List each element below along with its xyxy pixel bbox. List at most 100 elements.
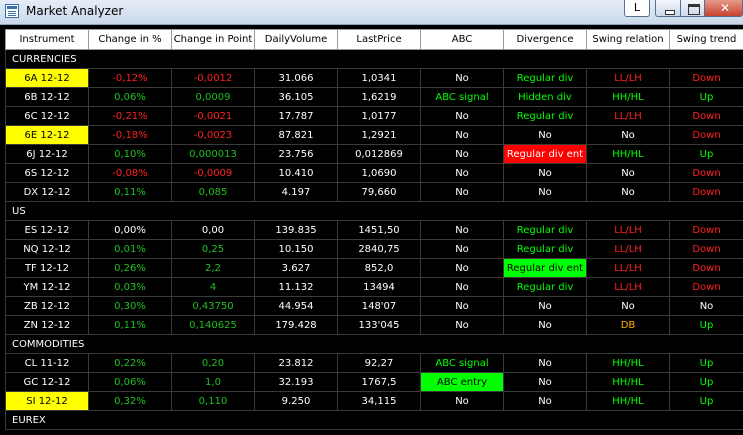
header-row: Instrument Change in % Change in Point D… bbox=[5, 29, 743, 50]
column-header-change-point[interactable]: Change in Point bbox=[171, 29, 255, 50]
divergence-cell: Regular div bbox=[503, 68, 587, 88]
section-row: EUREX bbox=[5, 410, 743, 430]
table-row[interactable]: 6E 12-12 -0,18% -0,0023 87.821 1,2921 No No No D… bbox=[5, 125, 743, 145]
close-button[interactable]: ✕ bbox=[704, 0, 743, 17]
swing-trend-cell: Up bbox=[669, 144, 743, 164]
change-pct-cell: 0,00% bbox=[88, 220, 172, 240]
section-row: US bbox=[5, 201, 743, 221]
l-button[interactable]: L bbox=[624, 0, 650, 17]
change-point-cell: 0,00 bbox=[171, 220, 255, 240]
volume-cell: 4.197 bbox=[254, 182, 338, 202]
table-row[interactable]: 6B 12-12 0,06% 0,0009 36.105 1,6219 ABC signa… bbox=[5, 87, 743, 107]
section-label: US bbox=[5, 201, 743, 221]
table-row[interactable]: SI 12-12 0,32% 0,110 9.250 34,115 No No HH/HL Up bbox=[5, 391, 743, 411]
change-pct-cell: -0,18% bbox=[88, 125, 172, 145]
volume-cell: 9.250 bbox=[254, 391, 338, 411]
divergence-cell: No bbox=[503, 372, 587, 392]
table-row[interactable]: 6J 12-12 0,10% 0,000013 23.756 0,012869 No Reg… bbox=[5, 144, 743, 164]
change-pct-cell: 0,11% bbox=[88, 315, 172, 335]
app-icon bbox=[5, 4, 19, 18]
instrument-cell[interactable]: ES 12-12 bbox=[5, 220, 89, 240]
swing-trend-cell: Up bbox=[669, 391, 743, 411]
divergence-cell: No bbox=[503, 391, 587, 411]
volume-cell: 10.410 bbox=[254, 163, 338, 183]
abc-cell: ABC entry bbox=[420, 372, 504, 392]
swing-trend-cell: Down bbox=[669, 68, 743, 88]
last-price-cell: 1,0177 bbox=[337, 106, 421, 126]
minimize-button[interactable] bbox=[655, 0, 681, 17]
column-header-last-price[interactable]: LastPrice bbox=[337, 29, 421, 50]
swing-trend-cell: Up bbox=[669, 372, 743, 392]
instrument-cell[interactable]: 6J 12-12 bbox=[5, 144, 89, 164]
instrument-cell[interactable]: CL 11-12 bbox=[5, 353, 89, 373]
instrument-cell[interactable]: 6S 12-12 bbox=[5, 163, 89, 183]
table-row[interactable]: NQ 12-12 0,01% 0,25 10.150 2840,75 No Regular … bbox=[5, 239, 743, 259]
market-analyzer-grid[interactable]: Instrument Change in % Change in Point D… bbox=[5, 29, 743, 430]
last-price-cell: 92,27 bbox=[337, 353, 421, 373]
column-header-swing-relation[interactable]: Swing relation bbox=[586, 29, 670, 50]
instrument-cell[interactable]: ZB 12-12 bbox=[5, 296, 89, 316]
table-row[interactable]: 6A 12-12 -0,12% -0,0012 31.066 1,0341 No Regul… bbox=[5, 68, 743, 88]
swing-relation-cell: HH/HL bbox=[586, 144, 670, 164]
table-row[interactable]: TF 12-12 0,26% 2,2 3.627 852,0 No Regular div … bbox=[5, 258, 743, 278]
instrument-cell[interactable]: SI 12-12 bbox=[5, 391, 89, 411]
divergence-cell: Regular div bbox=[503, 106, 587, 126]
instrument-cell[interactable]: 6E 12-12 bbox=[5, 125, 89, 145]
close-icon: ✕ bbox=[720, 1, 731, 15]
table-row[interactable]: GC 12-12 0,06% 1,0 32.193 1767,5 ABC entry No H… bbox=[5, 372, 743, 392]
instrument-cell[interactable]: 6B 12-12 bbox=[5, 87, 89, 107]
volume-cell: 31.066 bbox=[254, 68, 338, 88]
table-row[interactable]: DX 12-12 0,11% 0,085 4.197 79,660 No No No Down bbox=[5, 182, 743, 202]
divergence-cell: No bbox=[503, 182, 587, 202]
column-header-daily-volume[interactable]: DailyVolume bbox=[254, 29, 338, 50]
change-pct-cell: 0,06% bbox=[88, 372, 172, 392]
column-header-abc[interactable]: ABC bbox=[420, 29, 504, 50]
table-row[interactable]: 6C 12-12 -0,21% -0,0021 17.787 1,0177 No Regul… bbox=[5, 106, 743, 126]
change-point-cell: -0,0009 bbox=[171, 163, 255, 183]
instrument-cell[interactable]: GC 12-12 bbox=[5, 372, 89, 392]
abc-cell: ABC signal bbox=[420, 353, 504, 373]
section-row: COMMODITIES bbox=[5, 334, 743, 354]
column-header-divergence[interactable]: Divergence bbox=[503, 29, 587, 50]
swing-relation-cell: LL/LH bbox=[586, 68, 670, 88]
change-point-cell: -0,0023 bbox=[171, 125, 255, 145]
last-price-cell: 1,0690 bbox=[337, 163, 421, 183]
table-row[interactable]: 6S 12-12 -0,08% -0,0009 10.410 1,0690 No No No D… bbox=[5, 163, 743, 183]
instrument-cell[interactable]: ZN 12-12 bbox=[5, 315, 89, 335]
abc-cell: No bbox=[420, 125, 504, 145]
instrument-cell[interactable]: NQ 12-12 bbox=[5, 239, 89, 259]
column-header-instrument[interactable]: Instrument bbox=[5, 29, 89, 50]
swing-relation-cell: LL/LH bbox=[586, 258, 670, 278]
section-label: EUREX bbox=[5, 410, 743, 430]
section-label: CURRENCIES bbox=[5, 49, 743, 69]
volume-cell: 179.428 bbox=[254, 315, 338, 335]
table-row[interactable]: ZB 12-12 0,30% 0,43750 44.954 148'07 No No No No bbox=[5, 296, 743, 316]
table-row[interactable]: ZN 12-12 0,11% 0,140625 179.428 133'045 No No D… bbox=[5, 315, 743, 335]
title-bar: Market Analyzer L ✕ bbox=[0, 0, 743, 25]
instrument-cell[interactable]: 6C 12-12 bbox=[5, 106, 89, 126]
instrument-cell[interactable]: DX 12-12 bbox=[5, 182, 89, 202]
change-point-cell: 0,000013 bbox=[171, 144, 255, 164]
maximize-button[interactable] bbox=[680, 0, 705, 17]
table-row[interactable]: ES 12-12 0,00% 0,00 139.835 1451,50 No Regular… bbox=[5, 220, 743, 240]
table-row[interactable]: YM 12-12 0,03% 4 11.132 13494 No Regular div LL… bbox=[5, 277, 743, 297]
divergence-cell: No bbox=[503, 163, 587, 183]
abc-cell: No bbox=[420, 315, 504, 335]
instrument-cell[interactable]: TF 12-12 bbox=[5, 258, 89, 278]
instrument-cell[interactable]: YM 12-12 bbox=[5, 277, 89, 297]
column-header-swing-trend[interactable]: Swing trend bbox=[669, 29, 743, 50]
section-row: CURRENCIES bbox=[5, 49, 743, 69]
swing-relation-cell: No bbox=[586, 296, 670, 316]
divergence-cell: Regular div ent bbox=[503, 144, 587, 164]
change-pct-cell: 0,10% bbox=[88, 144, 172, 164]
instrument-cell[interactable]: 6A 12-12 bbox=[5, 68, 89, 88]
swing-relation-cell: HH/HL bbox=[586, 87, 670, 107]
last-price-cell: 0,012869 bbox=[337, 144, 421, 164]
column-header-change-pct[interactable]: Change in % bbox=[88, 29, 172, 50]
table-row[interactable]: CL 11-12 0,22% 0,20 23.812 92,27 ABC signal No… bbox=[5, 353, 743, 373]
change-pct-cell: 0,22% bbox=[88, 353, 172, 373]
abc-cell: No bbox=[420, 258, 504, 278]
section-label: COMMODITIES bbox=[5, 334, 743, 354]
divergence-cell: Hidden div bbox=[503, 87, 587, 107]
volume-cell: 3.627 bbox=[254, 258, 338, 278]
